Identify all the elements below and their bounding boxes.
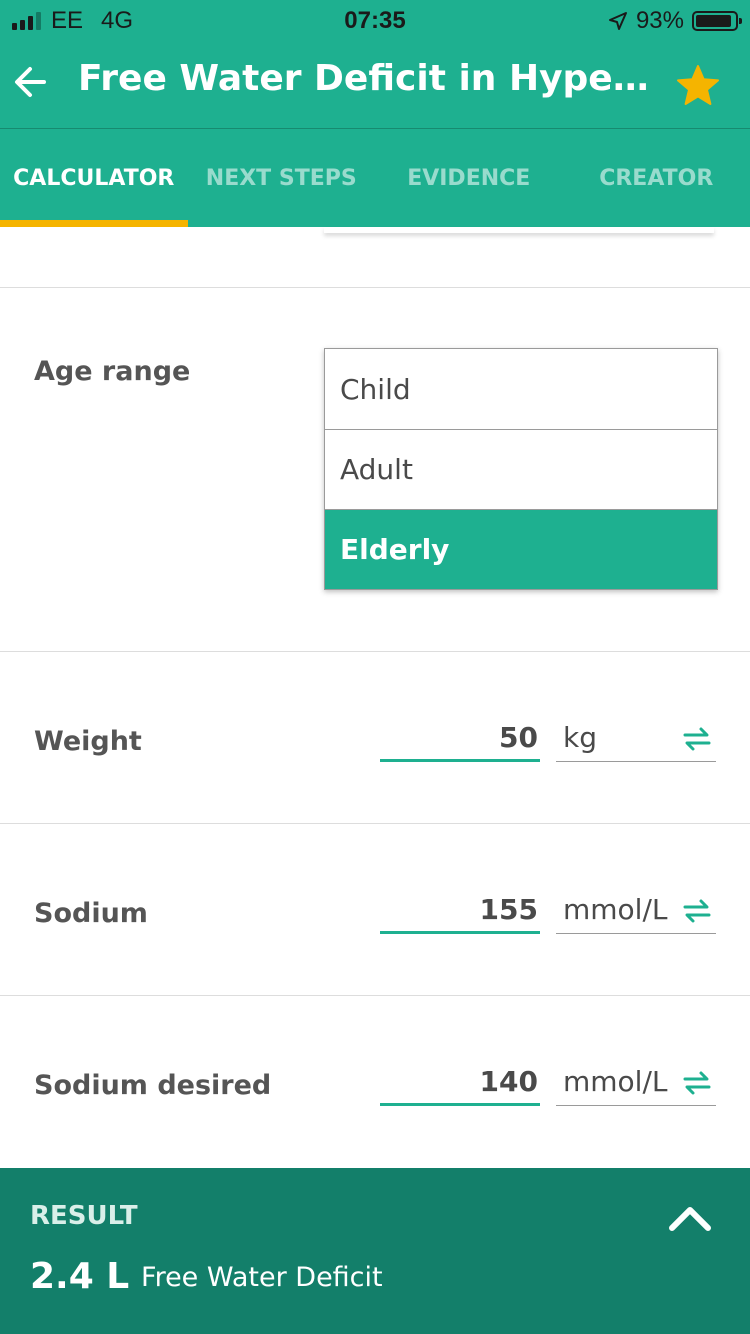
swap-units-icon[interactable] xyxy=(682,896,712,926)
option-adult[interactable]: Adult xyxy=(325,429,717,509)
previous-row xyxy=(0,227,750,288)
sodium-desired-label: Sodium desired xyxy=(34,1070,272,1101)
result-label: RESULT xyxy=(30,1201,138,1231)
sodium-unit-selector[interactable]: mmol/L xyxy=(556,890,716,934)
battery-percent: 93% xyxy=(635,7,684,34)
page-title: Free Water Deficit in Hypernatremia xyxy=(78,58,663,99)
sodium-desired-unit-selector[interactable]: mmol/L xyxy=(556,1062,716,1106)
sodium-input[interactable]: 155 xyxy=(380,890,540,934)
app-bar: Free Water Deficit in Hypernatremia xyxy=(0,40,750,129)
swap-units-icon[interactable] xyxy=(682,1068,712,1098)
status-bar: EE 4G 07:35 93% xyxy=(0,0,750,40)
result-value: 2.4 L xyxy=(30,1256,130,1297)
swap-units-icon[interactable] xyxy=(682,724,712,754)
chevron-up-icon xyxy=(669,1207,711,1231)
tab-evidence[interactable]: EVIDENCE xyxy=(375,129,563,227)
arrow-left-icon xyxy=(15,67,46,97)
sodium-desired-unit: mmol/L xyxy=(563,1065,668,1098)
weight-unit-selector[interactable]: kg xyxy=(556,718,716,762)
weight-input[interactable]: 50 xyxy=(380,718,540,762)
back-button[interactable] xyxy=(10,54,54,110)
age-range-row: Age range Child Adult Elderly xyxy=(0,288,750,652)
age-range-dropdown[interactable]: Child Adult Elderly xyxy=(324,348,718,590)
weight-row: Weight 50 kg xyxy=(0,652,750,824)
star-icon xyxy=(677,65,719,105)
sodium-desired-input[interactable]: 140 xyxy=(380,1062,540,1106)
result-toggle-button[interactable] xyxy=(664,1198,716,1238)
sodium-label: Sodium xyxy=(34,898,148,929)
weight-label: Weight xyxy=(34,726,142,757)
sodium-unit: mmol/L xyxy=(563,893,668,926)
tab-next-steps[interactable]: NEXT STEPS xyxy=(188,129,376,227)
option-elderly[interactable]: Elderly xyxy=(325,509,717,589)
age-range-label: Age range xyxy=(34,356,191,387)
tab-creator[interactable]: CREATOR xyxy=(563,129,750,227)
option-child[interactable]: Child xyxy=(325,349,717,429)
favorite-button[interactable] xyxy=(674,62,722,110)
location-arrow-icon xyxy=(608,12,627,30)
tab-bar: CALCULATOR NEXT STEPS EVIDENCE CREATOR xyxy=(0,129,750,227)
result-panel[interactable]: RESULT 2.4 L Free Water Deficit xyxy=(0,1168,750,1334)
weight-unit: kg xyxy=(563,721,597,754)
result-description: Free Water Deficit xyxy=(141,1262,383,1293)
battery-icon xyxy=(692,11,742,31)
sodium-desired-row: Sodium desired 140 mmol/L xyxy=(0,996,750,1168)
tab-calculator[interactable]: CALCULATOR xyxy=(0,129,188,227)
previous-field-edge xyxy=(324,227,714,233)
sodium-row: Sodium 155 mmol/L xyxy=(0,824,750,996)
